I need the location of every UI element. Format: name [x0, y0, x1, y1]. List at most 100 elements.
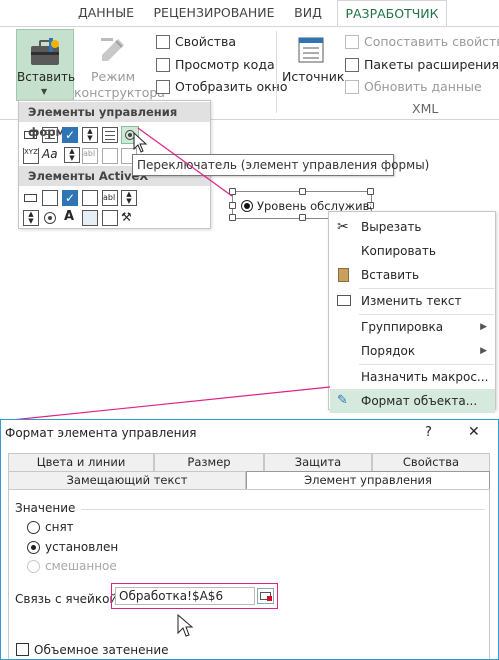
cell-link-input[interactable]: Обработка!$A$6 [115, 587, 255, 605]
activex-scroll-icon[interactable]: ▲ ▼ [121, 190, 137, 206]
format-control-dialog: Формат элемента управления ? ✕ Цвета и л… [0, 419, 499, 660]
checkbox-control-icon[interactable]: ✓ [62, 127, 78, 143]
combo-list-edit-icon[interactable] [102, 148, 118, 164]
resize-handle[interactable] [229, 188, 236, 195]
button-control-icon[interactable] [23, 127, 39, 143]
activex-combo-icon[interactable] [42, 190, 58, 206]
menu-item-order[interactable]: Порядок ▶ [330, 339, 495, 363]
radio-checked-label: установлен [45, 540, 119, 554]
menu-item-copy-label: Копировать [361, 244, 436, 258]
value-group-label: Значение [15, 501, 76, 515]
scroll-bar-icon[interactable]: ▲ ▼ [64, 147, 80, 163]
scissors-icon: ✂ [337, 219, 349, 235]
context-menu: ✂ Вырезать Копировать Вставить Изменить … [328, 211, 496, 413]
expansion-packs-button[interactable]: Пакеты расширения [364, 57, 499, 72]
activex-image-icon[interactable] [82, 210, 98, 226]
submenu-arrow-icon: ▶ [480, 322, 487, 332]
tab-panel-border [8, 489, 490, 659]
tab-review[interactable]: РЕЦЕНЗИРОВАНИЕ [150, 0, 278, 26]
menu-item-assign-macro-label: Назначить макрос... [361, 370, 489, 384]
list-box-icon[interactable] [102, 127, 118, 143]
run-dialog-icon [156, 80, 170, 94]
edit-text-icon [337, 295, 351, 306]
properties-button[interactable]: Свойства [175, 34, 236, 49]
menu-item-format-control-label: Формат объекта... [361, 394, 478, 408]
menu-item-format-control[interactable]: ✎ Формат объекта... [330, 389, 495, 413]
radio-unchecked[interactable] [27, 521, 40, 534]
activex-button-icon[interactable] [23, 190, 39, 206]
tab-developer[interactable]: РАЗРАБОТЧИК [337, 0, 447, 26]
combo-box-icon[interactable] [42, 127, 58, 143]
resize-handle[interactable] [229, 202, 236, 209]
activex-spin-icon[interactable]: ▲ ▼ [23, 210, 39, 226]
refresh-data-icon [345, 80, 359, 94]
insert-controls-button[interactable]: Вставить ▼ [16, 29, 75, 101]
range-select-button[interactable] [257, 588, 274, 604]
tab-properties[interactable]: Свойства [372, 453, 490, 471]
cell-link-label: Связь с ячейкой: [15, 592, 122, 606]
menu-item-group-label: Группировка [361, 320, 444, 334]
xml-source-label: Источник [282, 69, 345, 84]
spin-button-icon[interactable]: ▲ ▼ [82, 127, 98, 143]
format-icon: ✎ [337, 393, 348, 408]
radio-mixed[interactable] [27, 560, 40, 573]
menu-item-copy[interactable]: Копировать [330, 239, 495, 263]
tab-view[interactable]: ВИД [286, 0, 330, 26]
help-button[interactable]: ? [425, 425, 432, 440]
group-box-icon[interactable]: XYZ [23, 148, 39, 164]
menu-item-edit-text[interactable]: Изменить текст [330, 289, 495, 313]
text-field-icon[interactable]: abl [82, 148, 98, 164]
option-button-tooltip: Переключатель (элемент управления формы) [132, 154, 429, 176]
cell-link-value: Обработка!$A$6 [119, 589, 224, 603]
radio-checked[interactable] [27, 541, 40, 554]
view-code-button[interactable]: Просмотр кода [175, 57, 275, 72]
expansion-packs-icon [345, 58, 359, 72]
menu-item-edit-text-label: Изменить текст [361, 294, 462, 308]
menu-item-paste[interactable]: Вставить [330, 263, 495, 287]
dialog-title: Формат элемента управления [5, 426, 197, 440]
range-select-icon [260, 592, 272, 601]
activex-checkbox-icon[interactable]: ✓ [62, 190, 78, 206]
mouse-cursor-icon [133, 132, 148, 153]
run-dialog-button[interactable]: Отобразить окно [175, 79, 287, 94]
menu-item-cut[interactable]: ✂ Вырезать [330, 215, 495, 239]
design-mode-label-line2: конструктора [74, 85, 165, 100]
tab-colors-lines[interactable]: Цвета и линии [8, 453, 154, 471]
resize-handle[interactable] [229, 214, 236, 221]
xml-source-icon [298, 37, 324, 63]
tab-data[interactable]: ДАННЫЕ [70, 0, 142, 26]
tab-protection[interactable]: Защита [264, 453, 372, 471]
radio-mixed-label: смешанное [45, 559, 117, 573]
chevron-down-icon: ▼ [41, 87, 48, 96]
menu-item-group[interactable]: Группировка ▶ [330, 315, 495, 339]
menu-item-assign-macro[interactable]: Назначить макрос... [330, 365, 495, 389]
option-radio-icon [241, 200, 253, 212]
xml-source-button[interactable]: Источник [282, 29, 345, 101]
mouse-cursor-icon [177, 614, 194, 637]
resize-handle[interactable] [299, 214, 306, 221]
activex-label-icon[interactable]: A [64, 209, 80, 225]
more-controls-icon[interactable]: ⚒ [121, 210, 137, 226]
close-icon[interactable]: ✕ [468, 424, 480, 440]
refresh-data-button[interactable]: Обновить данные [364, 79, 482, 94]
tab-alt-text[interactable]: Замещающий текст [8, 471, 246, 489]
shading-checkbox[interactable] [16, 643, 29, 656]
group-separator [81, 509, 485, 510]
activex-option-icon[interactable] [44, 212, 56, 224]
resize-handle[interactable] [367, 188, 374, 195]
view-code-icon [156, 58, 170, 72]
activex-textbox-icon[interactable]: abl [102, 190, 118, 206]
activex-toggle-icon[interactable] [102, 210, 118, 226]
resize-handle[interactable] [299, 188, 306, 195]
label-control-icon[interactable]: Aa [42, 147, 58, 163]
menu-item-paste-label: Вставить [361, 268, 420, 282]
design-mode-button[interactable]: Режим конструктора [74, 29, 165, 101]
radio-unchecked-label: снят [45, 520, 74, 534]
map-properties-icon [345, 35, 359, 49]
tab-control[interactable]: Элемент управления [246, 471, 490, 489]
map-properties-button[interactable]: Сопоставить свойства [364, 34, 499, 49]
ribbon-separator [276, 31, 277, 113]
tab-size[interactable]: Размер [154, 453, 264, 471]
form-controls-header: Элементы управления формы [19, 102, 210, 139]
activex-list-icon[interactable] [82, 190, 98, 206]
